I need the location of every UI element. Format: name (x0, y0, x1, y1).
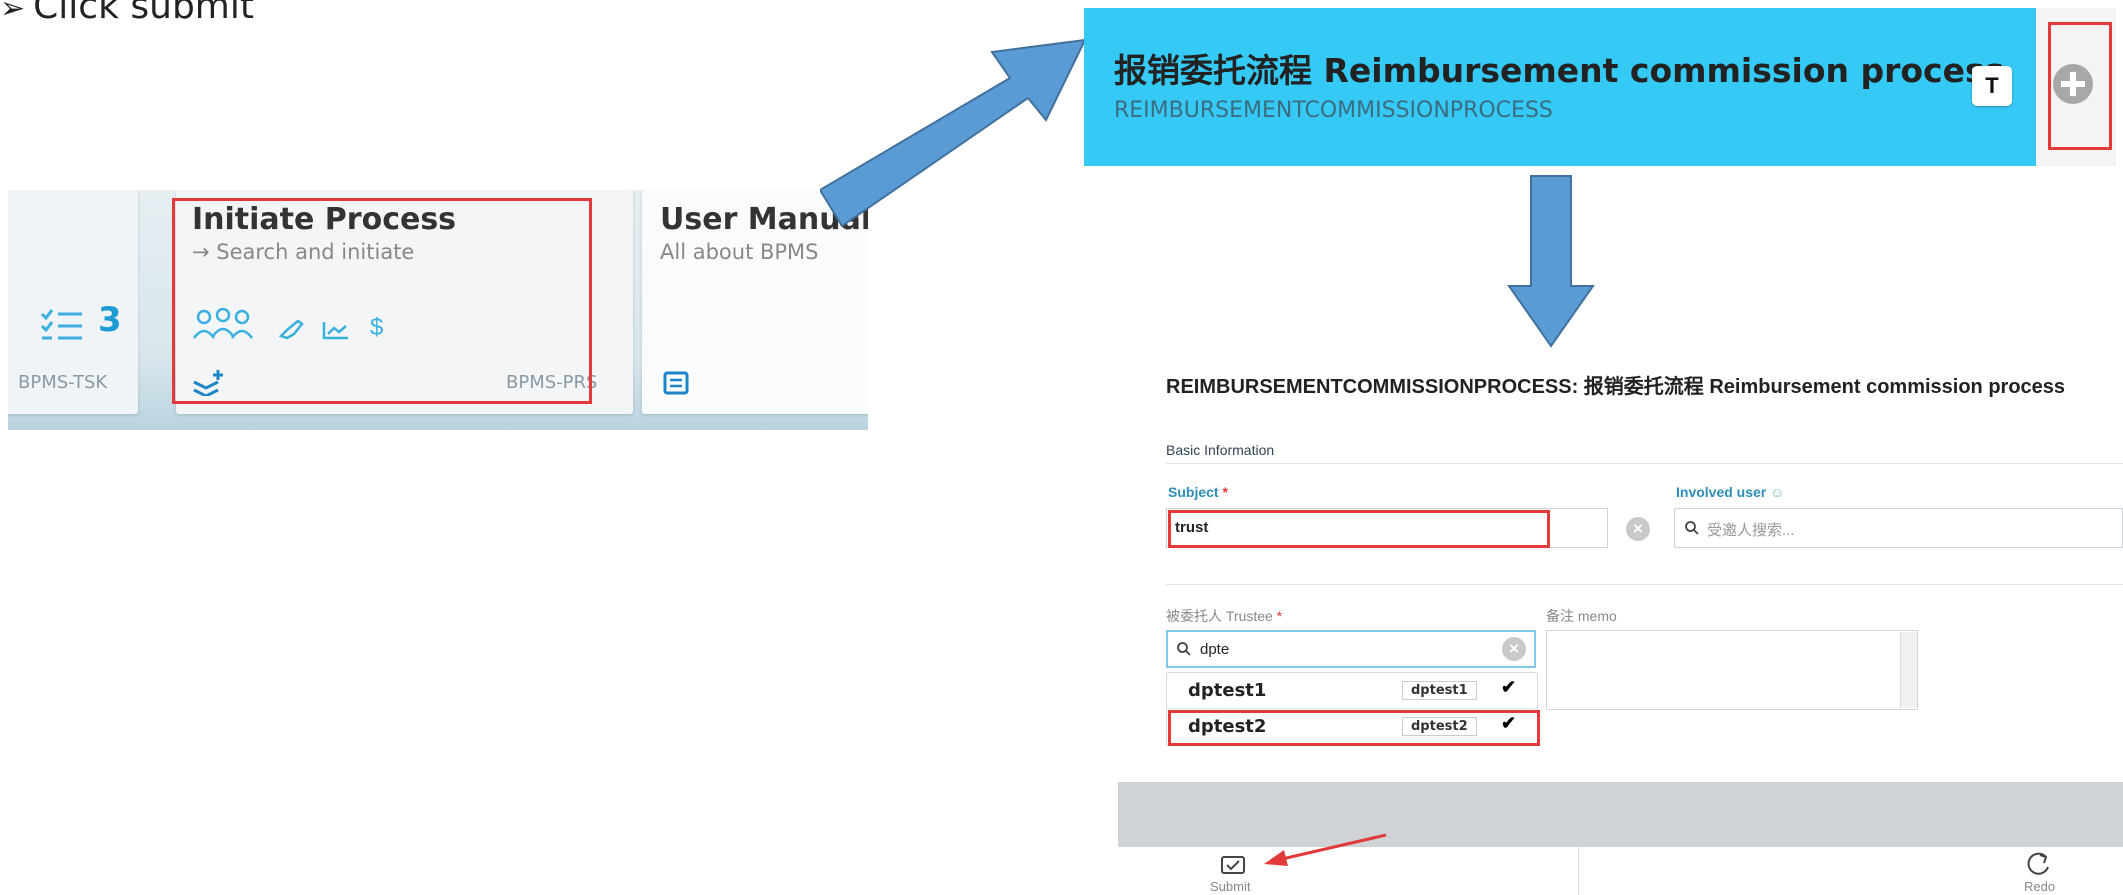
initiate-highlight-box (172, 198, 592, 404)
section-title: Basic Information (1166, 442, 1275, 458)
add-highlight-box (2048, 22, 2112, 150)
redo-label: Redo (2024, 879, 2056, 894)
redo-icon (2027, 852, 2049, 875)
memo-textarea[interactable] (1546, 630, 1918, 710)
instruction-text: ➢ Click submit (0, 0, 254, 27)
check-icon: ✔ (1501, 677, 1517, 697)
t-button[interactable]: T (1972, 66, 2012, 106)
checklist-icon (40, 309, 82, 340)
subject-highlight-box (1168, 510, 1550, 548)
arrow-down (1507, 175, 1595, 348)
subject-clear-icon[interactable]: × (1626, 517, 1650, 541)
trustee-search-icon (1177, 642, 1191, 656)
arrow-right-up (820, 38, 1087, 228)
process-code: REIMBURSEMENTCOMMISSIONPROCESS (1114, 98, 1553, 123)
footer-divider (1578, 847, 1579, 895)
option-name: dptest1 (1188, 680, 1267, 701)
submit-label: Submit (1210, 879, 1251, 894)
dropdown-option[interactable]: dptest1 dptest1 ✔ (1166, 672, 1536, 708)
memo-scrollbar[interactable] (1900, 632, 1917, 708)
option-tag: dptest1 (1402, 681, 1477, 700)
tasks-code: BPMS-TSK (18, 372, 108, 393)
tasks-tile[interactable]: 3 BPMS-TSK (8, 190, 138, 414)
task-count: 3 (98, 300, 122, 340)
trustee-search-input[interactable]: dpte (1166, 630, 1536, 668)
book-icon (663, 371, 689, 395)
process-banner[interactable]: 报销委托流程 Reimbursement commission process … (1084, 8, 2036, 166)
search-icon (1685, 521, 1699, 535)
section-divider (1166, 463, 2123, 464)
process-form: REIMBURSEMENTCOMMISSIONPROCESS: 报销委托流程 R… (1118, 352, 2123, 895)
trustee-clear-icon[interactable]: × (1502, 637, 1526, 661)
subject-label: Subject * (1168, 484, 1228, 500)
form-title: REIMBURSEMENTCOMMISSIONPROCESS: 报销委托流程 R… (1166, 376, 2066, 398)
involved-user-search[interactable]: 受邀人搜索... (1674, 508, 2123, 548)
trustee-label: 被委托人 Trustee * (1166, 608, 1283, 624)
form-divider (1166, 584, 2123, 585)
memo-label: 备注 memo (1546, 608, 1617, 624)
manual-subtitle: All about BPMS (660, 240, 819, 264)
involved-user-label: Involved user ☺ (1676, 484, 1785, 500)
submit-pointer-arrow (1264, 833, 1387, 866)
submit-icon (1221, 856, 1245, 874)
process-title: 报销委托流程 Reimbursement commission process (1114, 51, 2005, 90)
redo-button[interactable]: Redo (1918, 847, 2118, 895)
option-highlight-box (1168, 710, 1540, 746)
